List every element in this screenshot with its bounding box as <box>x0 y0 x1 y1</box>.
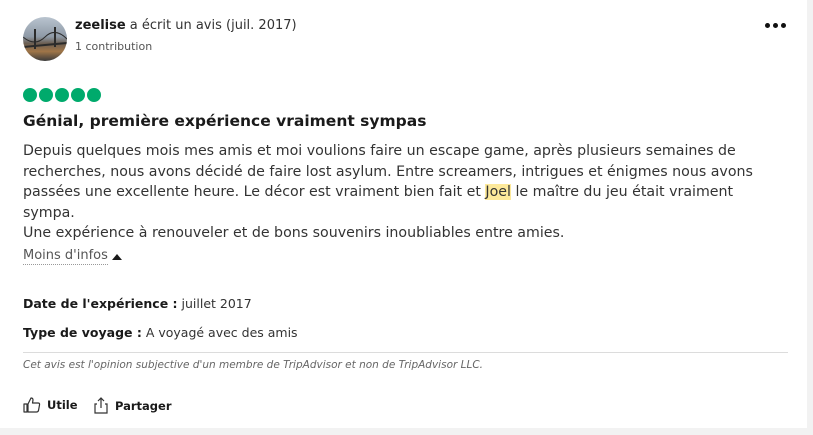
author-line: zeelise a écrit un avis (juil. 2017) <box>75 18 297 33</box>
contribution-count: 1 contribution <box>75 40 153 53</box>
share-label: Partager <box>115 398 172 413</box>
review-paragraph: Une expérience à renouveler et de bons s… <box>23 225 565 241</box>
experience-date-label: Date de l'expérience : <box>23 296 178 311</box>
rating-bubbles <box>23 88 101 102</box>
trip-type-label: Type de voyage : <box>23 325 142 340</box>
less-info-link[interactable]: Moins d'infos <box>23 248 108 265</box>
rating-bubble <box>23 88 37 102</box>
trip-type-value: A voyagé avec des amis <box>141 325 298 340</box>
avatar-bridge-image <box>23 27 67 49</box>
trip-type: Type de voyage : A voyagé avec des amis <box>23 325 298 340</box>
divider <box>23 352 788 353</box>
highlighted-keyword: Joel <box>485 184 511 200</box>
more-options-icon[interactable] <box>765 18 787 32</box>
rating-bubble <box>39 88 53 102</box>
dot <box>781 22 786 28</box>
review-paragraph: Depuis quelques mois mes amis et moi vou… <box>23 141 763 223</box>
disclaimer: Cet avis est l'opinion subjective d'un m… <box>23 359 484 371</box>
review-title: Génial, première expérience vraiment sym… <box>23 112 427 130</box>
dot <box>765 22 770 28</box>
caret-up-icon[interactable] <box>112 254 122 260</box>
rating-bubble <box>55 88 69 102</box>
rating-bubble <box>87 88 101 102</box>
author-name[interactable]: zeelise <box>75 18 126 33</box>
experience-date: Date de l'expérience : juillet 2017 <box>23 296 252 311</box>
thumbs-up-icon <box>23 397 41 413</box>
experience-date-value: juillet 2017 <box>177 296 252 311</box>
share-icon <box>94 397 108 414</box>
review-card: zeelise a écrit un avis (juil. 2017) 1 c… <box>0 0 807 428</box>
review-action-text: a écrit un avis (juil. 2017) <box>125 18 297 33</box>
share-button[interactable]: Partager <box>93 397 172 414</box>
review-body: Depuis quelques mois mes amis et moi vou… <box>23 141 763 244</box>
rating-bubble <box>71 88 85 102</box>
dot <box>773 22 778 28</box>
helpful-button[interactable]: Utile <box>23 397 78 413</box>
helpful-label: Utile <box>47 398 78 412</box>
avatar[interactable] <box>23 17 67 61</box>
